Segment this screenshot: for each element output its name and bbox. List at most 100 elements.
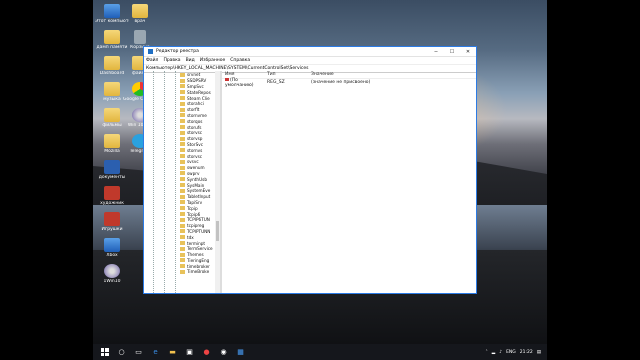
folder-icon	[180, 142, 185, 147]
folder-icon	[180, 229, 185, 234]
search-icon[interactable]: ○	[116, 347, 127, 358]
folder-icon	[180, 165, 185, 170]
tree-item-label: storflt	[187, 107, 200, 113]
column-value[interactable]: Значение	[311, 72, 431, 77]
tree-item-label: storvsc	[187, 130, 203, 136]
tree-scrollbar[interactable]	[215, 71, 220, 293]
tray-arrow-icon[interactable]: ˄	[485, 350, 487, 355]
regedit-taskbar-icon[interactable]: ▦	[235, 347, 246, 358]
tree-item-label: stornvs	[187, 147, 203, 153]
network-icon[interactable]: ▂	[492, 350, 495, 355]
tree-item-label: Tcpip6	[187, 211, 201, 217]
tree-item-label: terminpt	[187, 240, 206, 246]
desktop-icon-label: художник	[100, 201, 124, 206]
value-name: (По умолчанию)	[225, 77, 254, 88]
tree-item-label: tcpipreg	[187, 223, 205, 229]
folder-icon	[132, 4, 148, 18]
title-bar[interactable]: Редактор реестра ─ ☐ ✕	[144, 47, 476, 57]
taskbar: ○ ▭ e ▬ ▣ ● ◉ ▦ ˄ ▂ ♪ ENG 21:22 ▤	[93, 344, 547, 360]
scrollbar-thumb[interactable]	[216, 221, 219, 241]
tree-item-label: Themes	[187, 252, 204, 258]
tree-item-label: storufs	[187, 124, 202, 130]
desktop-icon[interactable]: художник	[95, 186, 129, 206]
steam-icon[interactable]: ◉	[218, 347, 229, 358]
tree-item-label: StorSvc	[187, 141, 204, 147]
desktop-icon[interactable]: врач	[123, 4, 157, 24]
folder-icon	[180, 241, 185, 245]
tree-item-label: TieringEng	[187, 257, 210, 263]
folder-icon	[180, 107, 185, 112]
folder-icon	[180, 90, 185, 95]
folder-icon	[104, 82, 120, 96]
folder-icon	[180, 200, 185, 205]
folder-icon	[180, 194, 185, 199]
tree-item-label: TCPIP6TUN	[187, 217, 210, 223]
key-tree[interactable]: srvnet SSDPSRV SmpSvc StateRepos Steam Clie s…	[144, 71, 222, 293]
folder-icon	[180, 258, 185, 263]
window-title: Редактор реестра	[156, 49, 199, 54]
tree-item-label: Steam Clie	[187, 95, 210, 101]
clock[interactable]: 21:22	[520, 350, 533, 355]
tree-item-label: TabletInput	[187, 194, 211, 200]
start-button[interactable]	[99, 347, 110, 358]
tile-icon	[104, 212, 120, 226]
desktop-icon-label: 1Win10	[103, 279, 121, 284]
folder-icon	[104, 30, 120, 44]
column-type[interactable]: Тип	[267, 72, 311, 77]
tree-item-label: timebroker	[187, 263, 210, 269]
menu-file[interactable]: Файл	[146, 58, 158, 63]
folder-icon	[104, 134, 120, 148]
word-icon	[104, 160, 120, 174]
folder-icon	[104, 56, 120, 70]
registry-editor-window[interactable]: Редактор реестра ─ ☐ ✕ Файл Правка Вид И…	[143, 46, 477, 294]
language-indicator[interactable]: ENG	[506, 350, 516, 355]
chrome-icon[interactable]: ●	[201, 347, 212, 358]
folder-icon	[180, 113, 185, 118]
tree-item-label: srvnet	[187, 72, 201, 78]
regedit-app-icon	[148, 49, 153, 54]
folder-icon	[180, 96, 185, 101]
windows-logo-icon	[100, 348, 109, 356]
menu-edit[interactable]: Правка	[163, 58, 180, 63]
tree-guide-line	[175, 71, 176, 293]
folder-icon	[180, 223, 185, 228]
folder-icon	[180, 212, 185, 217]
folder-icon	[180, 264, 185, 269]
folder-icon	[180, 252, 185, 257]
maximize-button[interactable]: ☐	[444, 49, 460, 55]
store-icon[interactable]: ▣	[184, 347, 195, 358]
tree-item-label: storvsp	[187, 136, 203, 142]
column-name[interactable]: Имя	[222, 72, 267, 77]
folder-icon	[104, 108, 120, 122]
folder-icon	[180, 206, 185, 211]
volume-icon[interactable]: ♪	[499, 350, 502, 355]
values-list[interactable]: Имя Тип Значение (По умолчанию) REG_SZ (…	[222, 71, 476, 293]
desktop-icon[interactable]: документы	[95, 160, 129, 180]
close-button[interactable]: ✕	[460, 49, 476, 55]
tile-icon	[104, 186, 120, 200]
notifications-icon[interactable]: ▤	[537, 350, 541, 355]
edge-icon[interactable]: e	[150, 347, 161, 358]
folder-icon	[180, 177, 185, 182]
menu-favorites[interactable]: Избранное	[200, 58, 226, 63]
task-view-icon[interactable]: ▭	[133, 347, 144, 358]
desktop-icon[interactable]: Xbox	[95, 238, 129, 258]
menu-help[interactable]: Справка	[230, 58, 250, 63]
desktop-icon[interactable]: Игрушки	[95, 212, 129, 232]
menu-view[interactable]: Вид	[186, 58, 195, 63]
tree-item[interactable]: TimeBroke	[180, 269, 213, 275]
folder-icon	[180, 159, 185, 164]
desktop-icon-label: Xbox	[106, 253, 118, 258]
tree-item-label: storqos	[187, 118, 203, 124]
folder-icon	[180, 183, 185, 188]
explorer-icon[interactable]: ▬	[167, 347, 178, 358]
folder-icon	[180, 78, 185, 83]
folder-icon	[180, 188, 185, 193]
folder-icon	[180, 269, 185, 274]
content-panes: srvnet SSDPSRV SmpSvc StateRepos Steam Clie s…	[144, 71, 476, 293]
value-name-cell: (По умолчанию)	[222, 77, 267, 88]
folder-icon	[180, 171, 185, 176]
minimize-button[interactable]: ─	[428, 49, 444, 55]
desktop-icon[interactable]: 1Win10	[95, 264, 129, 284]
value-row[interactable]: (По умолчанию) REG_SZ (значение не присв…	[222, 77, 476, 88]
